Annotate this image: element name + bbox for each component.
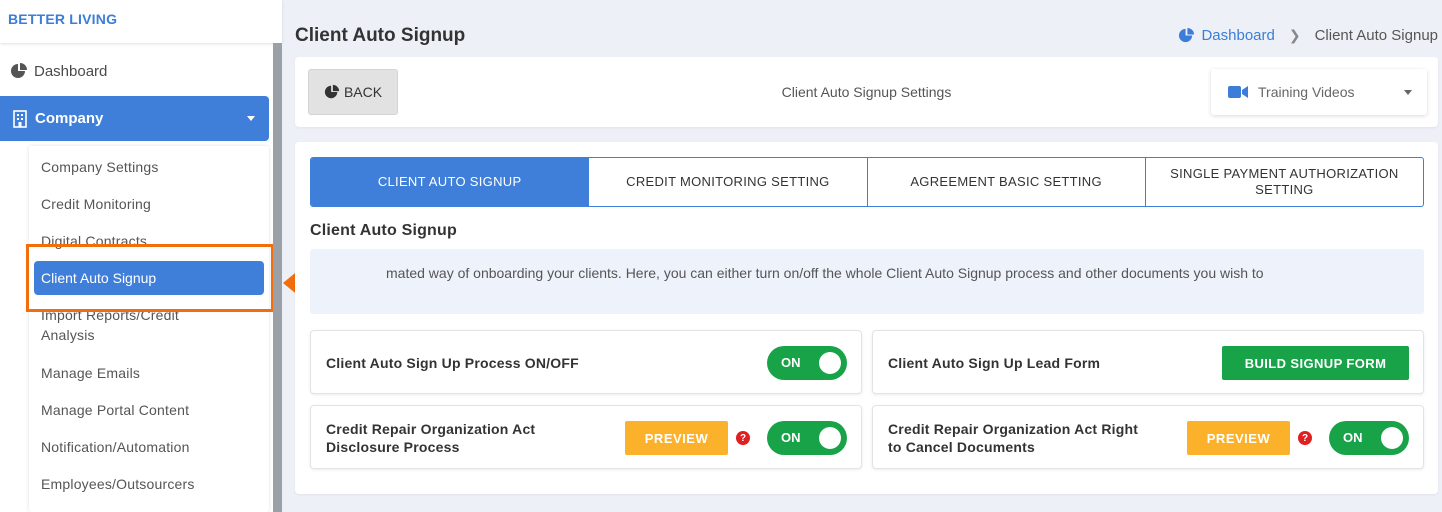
pie-chart-icon [1179,27,1195,43]
tab-agreement-basic-setting[interactable]: AGREEMENT BASIC SETTING [866,158,1145,206]
pie-chart-icon [11,63,27,78]
setting-label-process: Client Auto Sign Up Process ON/OFF [326,355,579,371]
submenu-item-manage-emails[interactable]: Manage Emails [41,365,140,381]
section-title: Client Auto Signup [310,222,457,239]
setting-label-disclosure-line1: Credit Repair Organization Act [326,421,536,437]
setting-label-disclosure-line2: Disclosure Process [326,439,460,455]
building-icon [13,109,27,128]
toggle-label: ON [1343,430,1363,445]
tab-credit-monitoring-setting[interactable]: CREDIT MONITORING SETTING [588,158,866,206]
chevron-down-icon [247,116,255,121]
submenu-item-credit-monitoring[interactable]: Credit Monitoring [41,196,151,212]
toggle-knob [819,352,841,374]
setting-card-cancel: Credit Repair Organization Act Right to … [872,405,1424,469]
back-button[interactable]: BACK [308,69,398,115]
setting-label-lead-form: Client Auto Sign Up Lead Form [888,355,1101,371]
chevron-down-icon [1404,90,1412,95]
toggle-knob [1381,427,1403,449]
setting-label-cancel-line2: to Cancel Documents [888,439,1035,455]
sidebar-item-label: Dashboard [34,62,108,80]
setting-card-disclosure: Credit Repair Organization Act Disclosur… [310,405,862,469]
brand-logo-text[interactable]: BETTER LIVING [8,11,117,27]
question-circle-icon[interactable]: ? [1298,431,1312,445]
submenu-item-employees-outsourcers[interactable]: Employees/Outsourcers [41,476,195,492]
tab-bar: CLIENT AUTO SIGNUP CREDIT MONITORING SET… [310,157,1424,207]
preview-cancel-button[interactable]: PREVIEW [1187,421,1290,455]
preview-disclosure-button[interactable]: PREVIEW [625,421,728,455]
process-toggle[interactable]: ON [767,346,847,380]
breadcrumb-current: Client Auto Signup [1314,27,1438,44]
back-button-label: BACK [343,84,383,100]
video-camera-icon [1228,86,1248,98]
setting-label-cancel-line1: Credit Repair Organization Act Right [888,421,1139,437]
question-circle-icon[interactable]: ? [736,431,750,445]
sidebar-item-dashboard[interactable]: Dashboard [0,52,270,90]
page-title: Client Auto Signup [295,25,466,46]
toggle-label: ON [781,430,801,445]
tab-client-auto-signup[interactable]: CLIENT AUTO SIGNUP [311,158,589,206]
training-videos-label: Training Videos [1258,84,1355,100]
info-text: mated way of onboarding your clients. He… [386,265,1264,281]
company-submenu: Company Settings Credit Monitoring Digit… [29,146,269,512]
submenu-item-company-settings[interactable]: Company Settings [41,159,159,175]
build-signup-form-button[interactable]: BUILD SIGNUP FORM [1222,346,1409,380]
tab-single-payment-authorization[interactable]: SINGLE PAYMENT AUTHORIZATION SETTING [1144,158,1423,206]
toggle-label: ON [781,355,801,370]
training-videos-dropdown[interactable]: Training Videos [1211,69,1427,115]
setting-card-process: Client Auto Sign Up Process ON/OFF ON [310,330,862,394]
submenu-item-import-reports-line2[interactable]: Analysis [41,327,95,343]
chevron-right-icon: ❯ [1288,27,1301,43]
sidebar-item-company[interactable]: Company [0,96,269,141]
setting-card-lead-form: Client Auto Sign Up Lead Form BUILD SIGN… [872,330,1424,394]
main-card: CLIENT AUTO SIGNUP CREDIT MONITORING SET… [295,142,1438,494]
sidebar-item-label: Company [35,110,104,127]
cancel-toggle[interactable]: ON [1329,421,1409,455]
brand-header: BETTER LIVING [0,0,282,43]
disclosure-toggle[interactable]: ON [767,421,847,455]
highlight-box [26,244,274,312]
info-box: mated way of onboarding your clients. He… [310,249,1424,314]
toolbar-card: Client Auto Signup Settings BACK Trainin… [295,57,1438,127]
sidebar: BETTER LIVING Dashboard Company Company … [0,0,282,512]
toggle-knob [819,427,841,449]
submenu-item-manage-portal-content[interactable]: Manage Portal Content [41,402,189,418]
breadcrumb-dashboard-link[interactable]: Dashboard [1201,27,1274,44]
submenu-item-notification-automation[interactable]: Notification/Automation [41,439,190,455]
sidebar-scrollbar[interactable] [273,43,282,512]
breadcrumb: Dashboard ❯ Client Auto Signup [1178,27,1438,44]
pie-chart-icon [324,84,340,99]
